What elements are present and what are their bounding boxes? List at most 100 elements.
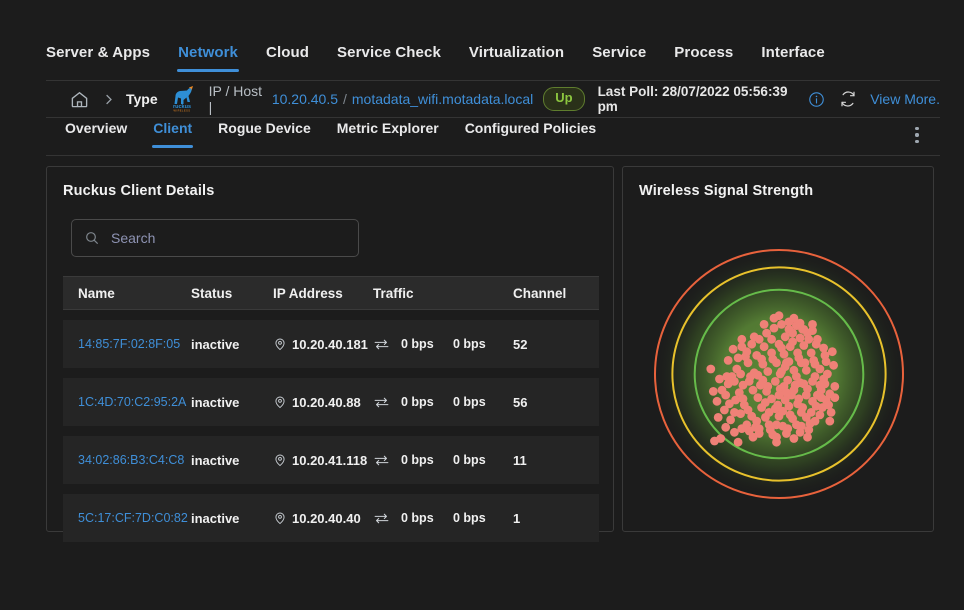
refresh-icon[interactable] [839,90,857,108]
column-header-status[interactable]: Status [191,286,273,301]
signal-data-point [733,353,743,363]
client-mac-link[interactable]: 14:85:7F:02:8F:05 [78,337,180,351]
signal-data-point [757,354,766,364]
signal-data-point [816,393,826,402]
traffic-out: 0 bps [453,511,486,525]
breadcrumb-hostname-link[interactable]: motadata_wifi.motadata.local [352,91,533,107]
client-channel: 11 [513,452,527,468]
signal-data-point [808,320,817,329]
svg-text:WIRELESS: WIRELESS [173,109,190,112]
table-body: 14:85:7F:02:8F:05 inactive 10.20.40.181 0 b… [63,320,599,542]
topnav-item-network[interactable]: Network [164,44,252,72]
signal-data-point [801,365,811,375]
topnav-item-virtualization[interactable]: Virtualization [455,44,578,72]
client-ip: 10.20.40.88 [292,394,361,410]
signal-data-point [770,377,780,386]
signal-data-point [810,416,820,426]
tab-metric-explorer[interactable]: Metric Explorer [324,118,452,148]
traffic-out: 0 bps [453,337,486,351]
signal-data-point [794,353,804,363]
signal-data-point [727,372,737,381]
last-poll: Last Poll: 28/07/2022 05:56:39 pm [598,84,799,114]
topnav-item-service[interactable]: Service [578,44,660,72]
breadcrumb-separator: / [343,91,347,107]
client-mac-link[interactable]: 5C:17:CF:7D:C0:82 [78,511,188,525]
signal-data-point [738,380,748,390]
signal-data-point [819,343,828,353]
breadcrumb-type-label: Type [126,91,158,107]
signal-data-point [748,432,758,442]
topnav-item-service-check[interactable]: Service Check [323,44,455,72]
location-pin-icon [273,511,287,525]
signal-data-point [728,344,738,354]
signal-data-point [754,424,764,433]
signal-data-point [765,425,775,435]
signal-data-point [717,385,727,395]
search-box[interactable] [71,219,359,257]
signal-data-point [723,356,733,365]
topnav-item-cloud[interactable]: Cloud [252,44,323,72]
table-row[interactable]: 14:85:7F:02:8F:05 inactive 10.20.40.181 0 b… [63,320,599,368]
exchange-arrows-icon [373,510,401,527]
signal-data-point [748,385,758,395]
signal-data-point [726,415,735,425]
signal-data-point [799,379,809,389]
tab-rogue-device[interactable]: Rogue Device [205,118,324,148]
signal-data-point [706,364,716,374]
column-header-ip[interactable]: IP Address [273,286,373,301]
column-header-traffic[interactable]: Traffic [373,286,513,301]
signal-data-point [713,413,723,422]
signal-data-point [790,380,800,390]
client-mac-link[interactable]: 1C:4D:70:C2:95:2A [78,395,186,409]
signal-data-point [830,382,840,391]
signal-data-point [733,437,743,447]
table-row[interactable]: 5C:17:CF:7D:C0:82 inactive 10.20.40.40 0 bp… [63,494,599,542]
tab-client[interactable]: Client [140,118,205,148]
client-ip: 10.20.40.40 [292,510,361,526]
topnav-item-server-apps[interactable]: Server & Apps [32,44,164,72]
signal-data-point [785,410,795,420]
signal-data-point [830,393,840,402]
client-status: inactive [191,452,240,468]
location-pin-icon [273,395,287,409]
column-header-name[interactable]: Name [63,286,191,301]
signal-data-point [712,396,722,406]
table-row[interactable]: 1C:4D:70:C2:95:2A inactive 10.20.40.88 0 bp… [63,378,599,426]
search-input[interactable] [111,230,346,246]
client-mac-link[interactable]: 34:02:86:B3:C4:C8 [78,453,184,467]
signal-data-point [806,408,816,417]
table-row[interactable]: 34:02:86:B3:C4:C8 inactive 10.20.41.118 0 b… [63,436,599,484]
tab-overview[interactable]: Overview [52,118,140,148]
column-header-channel[interactable]: Channel [513,286,583,301]
signal-data-point [820,351,830,360]
signal-data-point [749,332,759,342]
view-more-link[interactable]: View More. [870,91,940,107]
signal-data-point [732,364,742,374]
signal-data-point [806,348,816,358]
client-channel: 1 [513,510,521,526]
signal-data-point [780,362,790,371]
breadcrumb-ip-link[interactable]: 10.20.40.5 [272,91,338,107]
ruckus-client-details-card: Ruckus Client Details Name Status IP Add… [46,166,614,542]
signal-data-point [813,334,822,344]
signal-data-point [774,311,784,321]
signal-data-point [793,399,802,409]
client-channel: 56 [513,394,528,410]
topnav-item-interface[interactable]: Interface [747,44,838,72]
signal-data-point [796,421,806,431]
tab-configured-policies[interactable]: Configured Policies [452,118,609,148]
signal-data-point [775,369,785,379]
signal-data-point [826,408,836,417]
home-icon[interactable] [70,90,89,109]
client-ip: 10.20.41.118 [292,452,368,468]
topnav-item-process[interactable]: Process [660,44,747,72]
more-vertical-icon[interactable] [906,124,928,146]
signal-data-point [708,387,718,396]
info-circle-icon[interactable] [808,91,825,108]
signal-data-point [730,427,739,437]
exchange-arrows-icon [373,452,401,469]
last-poll-label: Last Poll: [597,84,659,99]
signal-data-point [768,354,778,364]
signal-data-point [804,425,814,435]
signal-data-point [801,390,811,400]
